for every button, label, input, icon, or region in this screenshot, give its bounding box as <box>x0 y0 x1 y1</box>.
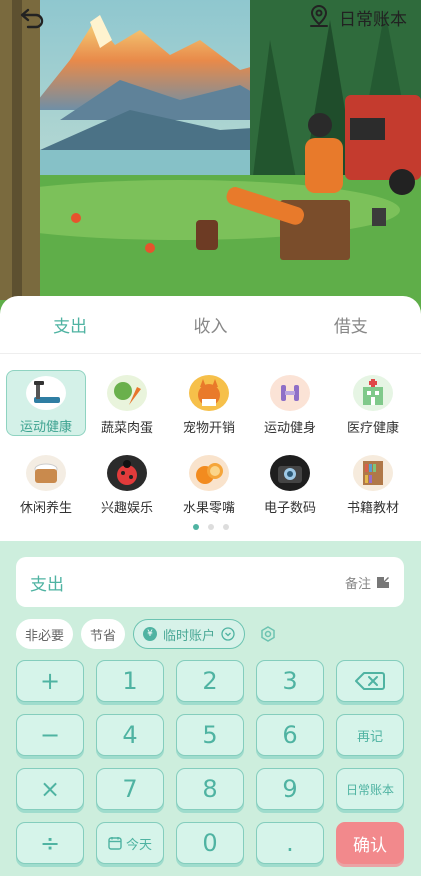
key-multiply[interactable]: × <box>16 768 84 810</box>
note-button[interactable]: 备注 <box>345 573 390 592</box>
category-fitness[interactable]: 运动健身 <box>250 370 330 436</box>
category-label: 运动健康 <box>19 420 72 435</box>
keypad: + 1 2 3 − 4 5 6 再记 × 7 8 9 日常账本 ÷ 今天 0 .… <box>16 660 404 868</box>
treadmill-icon <box>26 376 66 410</box>
cat-icon <box>189 375 229 411</box>
category-label: 蔬菜肉蛋 <box>100 421 153 436</box>
category-books[interactable]: 书籍教材 <box>333 450 413 516</box>
dumbbell-icon <box>270 375 310 411</box>
edit-icon <box>377 577 389 588</box>
category-hobby-entertainment[interactable]: 兴趣娱乐 <box>87 450 167 516</box>
key-decimal[interactable]: . <box>256 822 324 864</box>
ladybug-icon <box>107 455 147 491</box>
note-label: 备注 <box>344 576 371 592</box>
header-illustration <box>0 0 421 330</box>
category-label: 运动健身 <box>263 421 316 436</box>
category-label: 电子数码 <box>263 501 316 516</box>
location-pin-icon <box>310 4 328 27</box>
date-label: 今天 <box>125 837 152 853</box>
back-button[interactable] <box>14 4 48 34</box>
account-book-switcher[interactable]: 日常账本 <box>307 2 407 32</box>
backspace-icon <box>355 672 385 690</box>
tab-loan[interactable]: 借支 <box>281 296 421 353</box>
top-bar: 日常账本 <box>0 0 421 40</box>
chevron-down-icon <box>221 627 235 641</box>
category-fruit-snacks[interactable]: 水果零嘴 <box>169 450 249 516</box>
category-label: 水果零嘴 <box>182 501 235 516</box>
key-5[interactable]: 5 <box>176 714 244 756</box>
category-label: 休闲养生 <box>19 501 72 516</box>
key-1[interactable]: 1 <box>96 660 164 702</box>
back-arrow-icon <box>20 8 44 29</box>
amount-input[interactable]: 支出 备注 <box>16 557 404 607</box>
category-vegetables-meat[interactable]: 蔬菜肉蛋 <box>87 370 167 436</box>
camera-icon <box>270 455 310 491</box>
hospital-icon <box>353 375 393 411</box>
category-panel: 支出 收入 借支 运动健康 蔬菜肉蛋 宠物开销 运动健身 医疗健康 休闲养生 兴… <box>0 296 421 541</box>
page-dot-1[interactable] <box>192 524 199 530</box>
key-3[interactable]: 3 <box>256 660 324 702</box>
tab-income[interactable]: 收入 <box>140 296 280 353</box>
account-label: 临时账户 <box>163 628 216 644</box>
account-selector[interactable]: ¥ 临时账户 <box>133 619 246 649</box>
account-book-label: 日常账本 <box>339 9 407 30</box>
category-pet-expenses[interactable]: 宠物开销 <box>169 370 249 436</box>
tag-unnecessary[interactable]: 非必要 <box>16 619 74 649</box>
category-label: 书籍教材 <box>346 501 399 516</box>
key-8[interactable]: 8 <box>176 768 244 810</box>
landscape-picture <box>0 0 421 330</box>
page-indicator <box>0 524 421 530</box>
key-2[interactable]: 2 <box>176 660 244 702</box>
category-medical[interactable]: 医疗健康 <box>333 370 413 436</box>
key-6[interactable]: 6 <box>256 714 324 756</box>
category-electronics[interactable]: 电子数码 <box>250 450 330 516</box>
category-label: 医疗健康 <box>346 421 399 436</box>
category-leisure-wellness[interactable]: 休闲养生 <box>6 450 86 516</box>
bath-tub-icon <box>26 455 66 491</box>
key-0[interactable]: 0 <box>176 822 244 864</box>
key-minus[interactable]: − <box>16 714 84 756</box>
key-divide[interactable]: ÷ <box>16 822 84 864</box>
vegetable-icon <box>107 375 147 411</box>
calendar-icon <box>108 837 122 850</box>
record-again-button[interactable]: 再记 <box>336 714 404 756</box>
backspace-button[interactable] <box>336 660 404 702</box>
key-7[interactable]: 7 <box>96 768 164 810</box>
type-tabs: 支出 收入 借支 <box>0 296 421 354</box>
page-dot-3[interactable] <box>222 524 229 530</box>
key-plus[interactable]: + <box>16 660 84 702</box>
date-button[interactable]: 今天 <box>96 822 164 864</box>
tag-saving[interactable]: 节省 <box>81 619 126 649</box>
category-label: 兴趣娱乐 <box>100 501 153 516</box>
yen-icon: ¥ <box>143 627 158 641</box>
category-label: 宠物开销 <box>182 421 235 436</box>
page-dot-2[interactable] <box>207 524 214 530</box>
settings-icon[interactable] <box>259 625 277 643</box>
account-book-button[interactable]: 日常账本 <box>336 768 404 810</box>
confirm-button[interactable]: 确认 <box>336 822 404 864</box>
key-9[interactable]: 9 <box>256 768 324 810</box>
category-sports-health[interactable]: 运动健康 <box>6 370 86 436</box>
bookshelf-icon <box>353 455 393 491</box>
orange-icon <box>189 455 229 491</box>
key-4[interactable]: 4 <box>96 714 164 756</box>
tag-row: 非必要 节省 ¥ 临时账户 <box>16 618 277 650</box>
amount-type-label: 支出 <box>30 574 64 595</box>
tab-expense[interactable]: 支出 <box>0 296 140 353</box>
